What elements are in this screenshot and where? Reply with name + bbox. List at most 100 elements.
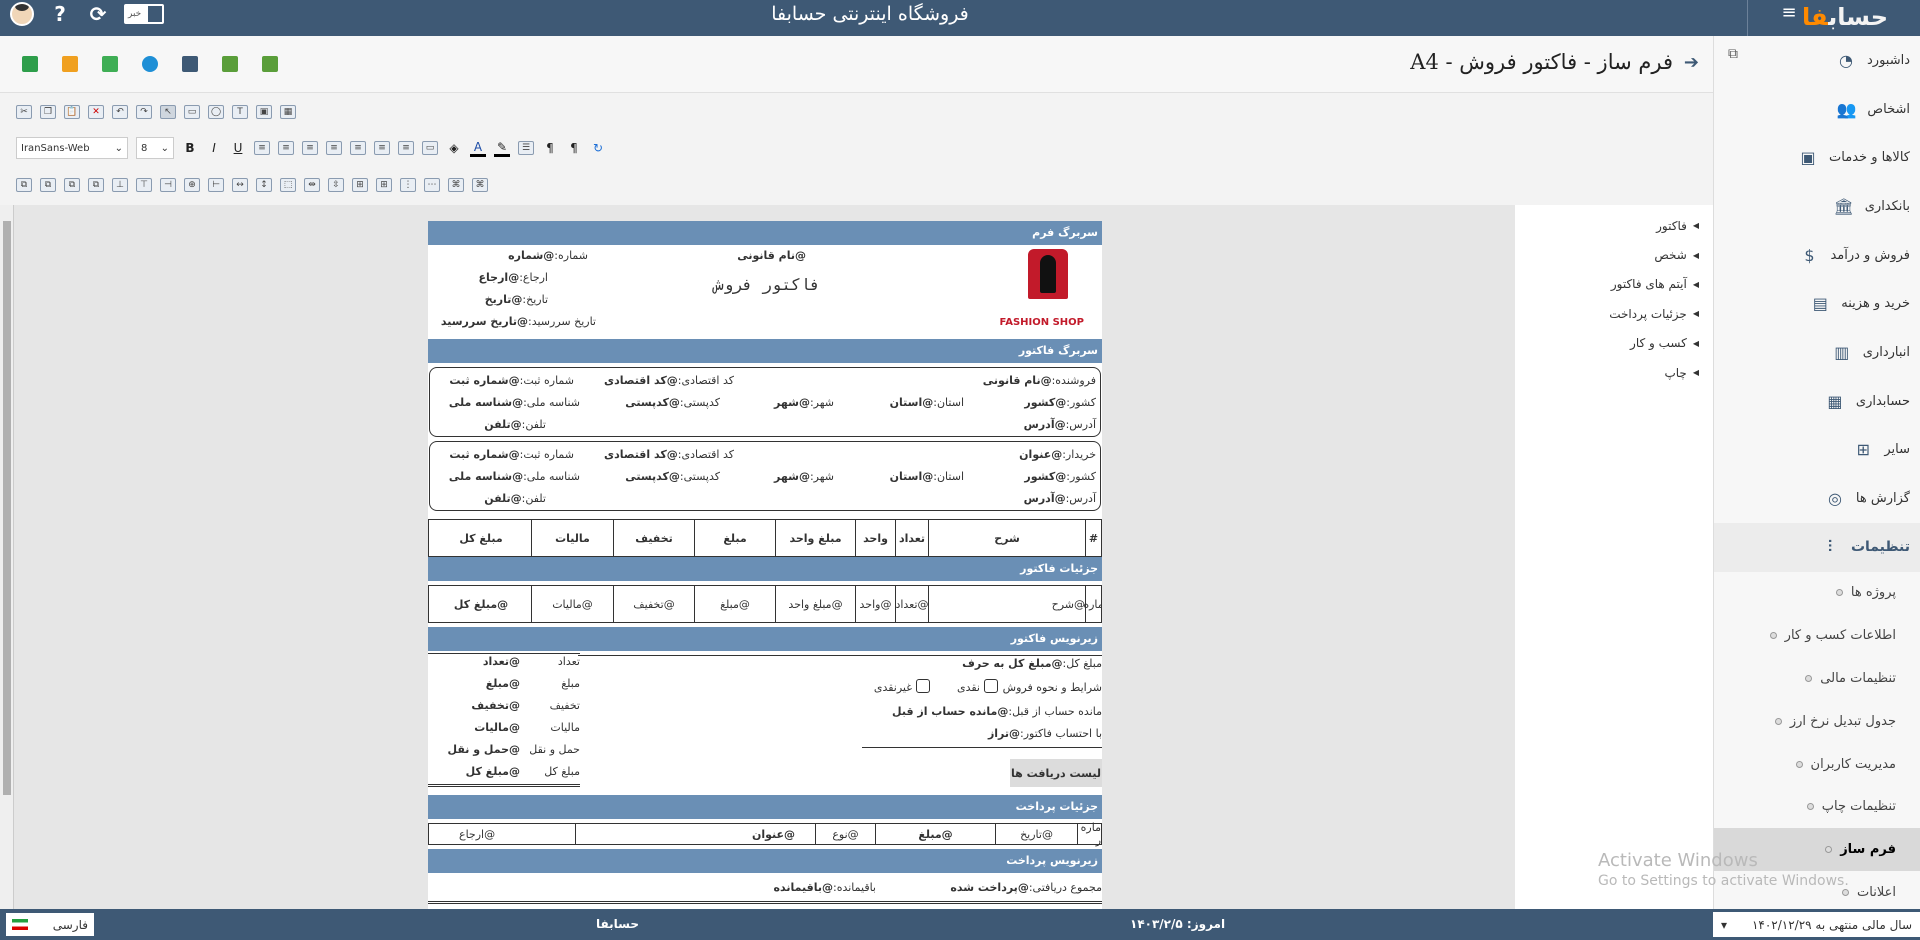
italic-icon[interactable]: I <box>206 141 222 155</box>
totals-box[interactable]: تعداد @تعداد مبلغ @مبلغ تخفیف @تخفیف مالیات… <box>428 651 580 787</box>
pay-index[interactable]: ماره ر <box>1077 821 1101 847</box>
switch-layout-icon[interactable]: ⧉ <box>1728 46 1738 62</box>
copy-icon[interactable]: ❐ <box>40 105 56 119</box>
border-icon[interactable]: ▭ <box>422 141 438 155</box>
col-amount[interactable]: مبلغ <box>694 520 775 556</box>
font-size-select[interactable]: 8 ⌄ <box>136 137 174 159</box>
text-tool-icon[interactable]: T <box>232 105 248 119</box>
sidebar-item-warehouse[interactable]: ▥ انبارداری <box>1714 328 1920 377</box>
sidebar-item-banking[interactable]: 🏛 بانکداری <box>1714 182 1920 231</box>
col-unit-price[interactable]: مبلغ واحد <box>775 520 855 556</box>
band-form-header[interactable]: سربرگ فرم <box>428 221 1102 245</box>
col-qty[interactable]: تعداد <box>895 520 928 556</box>
align-tops-icon[interactable]: ⊤ <box>136 178 152 192</box>
image-icon[interactable]: ▣ <box>256 105 272 119</box>
hdr-number[interactable]: شماره:@شماره <box>508 249 588 262</box>
col-total[interactable]: مبلغ کل <box>431 520 531 556</box>
ungroup-icon[interactable]: ⌘ <box>472 178 488 192</box>
cell-discount[interactable]: @تخفیف <box>613 586 694 622</box>
sidebar-item-settings[interactable]: ⫶ تنظیمات <box>1714 522 1920 572</box>
pointer-icon[interactable]: ↖ <box>160 105 176 119</box>
ellipse-icon[interactable]: ◯ <box>208 105 224 119</box>
band-invoice-header[interactable]: سربرگ فاکتور <box>428 339 1102 363</box>
sidebar-item-people[interactable]: 👥 اشخاص <box>1714 85 1920 134</box>
same-height-icon[interactable]: ↕ <box>256 178 272 192</box>
sidebar-item-reports[interactable]: ◎ گزارش ها <box>1714 474 1920 523</box>
center-h-icon[interactable]: ⊞ <box>352 178 368 192</box>
open-folder-icon[interactable] <box>62 56 78 72</box>
noncash-checkbox[interactable] <box>916 679 930 693</box>
group-icon[interactable]: ⌘ <box>448 178 464 192</box>
justify-icon[interactable]: ≡ <box>326 141 342 155</box>
pay-ref[interactable]: @ارجاع <box>429 824 575 844</box>
hdr-date[interactable]: تاریخ:@تاریخ <box>485 293 548 306</box>
back-arrow-icon[interactable]: ➔ <box>1684 52 1699 73</box>
line-style-icon[interactable]: ☰ <box>518 141 534 155</box>
align-bottoms-icon[interactable]: ⊥ <box>112 178 128 192</box>
align-right-icon[interactable]: ≡ <box>302 141 318 155</box>
seller-box[interactable]: فروشنده:@نام قانونی کد اقتصادی:@کد اقتصا… <box>429 367 1101 437</box>
cell-description[interactable]: @شرح <box>928 586 1085 622</box>
doc-title[interactable]: فاکتور فروش <box>714 275 820 294</box>
sidebar-sub-print[interactable]: تنظیمات چاپ <box>1714 786 1920 829</box>
band-details[interactable]: جزئیات فاکتور <box>428 557 1102 581</box>
center-v-icon[interactable]: ⊞ <box>376 178 392 192</box>
cell-qty[interactable]: @تعداد <box>895 586 929 622</box>
tree-node[interactable]: شخص <box>1515 240 1699 269</box>
cell-tax[interactable]: @مالیات <box>531 586 613 622</box>
language-select[interactable]: فارسی <box>6 913 94 936</box>
sidebar-sub-financial[interactable]: تنظیمات مالی <box>1714 657 1920 700</box>
space-v-icon[interactable]: ⇳ <box>328 178 344 192</box>
redo-icon[interactable]: ↷ <box>136 105 152 119</box>
ltr-icon[interactable]: ¶ <box>542 141 558 155</box>
send-back-icon[interactable]: ⧉ <box>40 178 56 192</box>
pay-date[interactable]: @تاریخ <box>995 824 1077 844</box>
cell-amount[interactable]: @مبلغ <box>694 586 775 622</box>
underline-icon[interactable]: U <box>230 141 246 155</box>
undo-icon[interactable]: ↶ <box>112 105 128 119</box>
prev-balance[interactable]: مانده حساب از قبل:@مانده حساب از قبل <box>892 705 1102 718</box>
sidebar-item-sales[interactable]: $ فروش و درآمد <box>1714 231 1920 280</box>
col-unit[interactable]: واحد <box>855 520 895 556</box>
valign-bottom-icon[interactable]: ≡ <box>398 141 414 155</box>
cell-index[interactable]: ماره <box>1083 586 1102 622</box>
pay-amount[interactable]: @مبلغ <box>875 824 995 844</box>
pay-type[interactable]: @نوع <box>815 824 875 844</box>
fiscal-year-select[interactable]: سال مالی منتهی به ۱۴۰۲/۱۲/۲۹ ▾ <box>1713 912 1920 937</box>
cell-unit-price[interactable]: @مبلغ واحد <box>775 586 855 622</box>
sidebar-sub-projects[interactable]: پروژه ها <box>1714 572 1920 615</box>
band-footer[interactable]: زیرنویس فاکتور <box>428 627 1102 651</box>
settings-icon[interactable] <box>142 56 158 72</box>
sidebar-item-products[interactable]: ▣ کالاها و خدمات <box>1714 133 1920 182</box>
align-lefts-icon[interactable]: ⊢ <box>208 178 224 192</box>
save-icon[interactable] <box>22 56 38 72</box>
logo[interactable]: حسابفا <box>1802 3 1888 31</box>
sidebar-sub-users[interactable]: مدیریت کاربران <box>1714 743 1920 786</box>
sidebar-item-accounting[interactable]: ▦ حسابداری <box>1714 377 1920 426</box>
balance[interactable]: با احتساب فاکتور:@تراز <box>988 727 1102 740</box>
paste-icon[interactable]: 📋 <box>64 105 80 119</box>
align-rights-icon[interactable]: ⊣ <box>160 178 176 192</box>
remaining-total[interactable]: باقیمانده:@باقیمانده <box>774 881 876 894</box>
hdr-ref[interactable]: ارجاع:@ارجاع <box>479 271 548 284</box>
cash-checkbox[interactable] <box>984 679 998 693</box>
cut-icon[interactable]: ✂ <box>16 105 32 119</box>
same-size-icon[interactable]: ⬚ <box>280 178 296 192</box>
upload-icon[interactable] <box>262 56 278 72</box>
print-icon[interactable] <box>182 56 198 72</box>
col-description[interactable]: شرح <box>928 520 1085 556</box>
bold-icon[interactable]: B <box>182 141 198 155</box>
line-color-icon[interactable]: ✎ <box>494 140 510 157</box>
pay-title[interactable]: @عنوان <box>575 824 815 844</box>
col-tax[interactable]: مالیات <box>531 520 613 556</box>
sidebar-item-other[interactable]: ⊞ سایر <box>1714 426 1920 475</box>
sidebar-sub-currency[interactable]: جدول تبدیل نرخ ارز <box>1714 700 1920 743</box>
fill-color-icon[interactable]: ◈ <box>446 141 462 155</box>
tree-node[interactable]: کسب و کار <box>1515 329 1699 358</box>
align-centers-icon[interactable]: ⊕ <box>184 178 200 192</box>
rotate-icon[interactable]: ↻ <box>590 141 606 155</box>
tree-node[interactable]: آیتم های فاکتور <box>1515 270 1699 299</box>
font-select[interactable]: IranSans-Web ⌄ <box>16 137 128 159</box>
cell-unit[interactable]: @واحد <box>855 586 895 622</box>
align-left-icon[interactable]: ≡ <box>254 141 270 155</box>
